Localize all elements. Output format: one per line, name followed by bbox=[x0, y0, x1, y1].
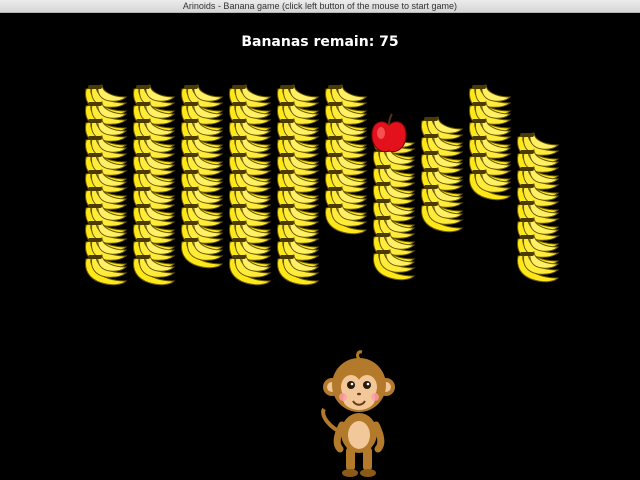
apple-icon bbox=[371, 113, 407, 153]
game-area[interactable]: Bananas remain: 75 bbox=[0, 13, 640, 480]
monkey-icon bbox=[321, 350, 395, 477]
game-window: Arinoids - Banana game (click left butto… bbox=[0, 0, 640, 480]
window-titlebar: Arinoids - Banana game (click left butto… bbox=[0, 0, 640, 13]
window-title: Arinoids - Banana game (click left butto… bbox=[182, 1, 458, 11]
